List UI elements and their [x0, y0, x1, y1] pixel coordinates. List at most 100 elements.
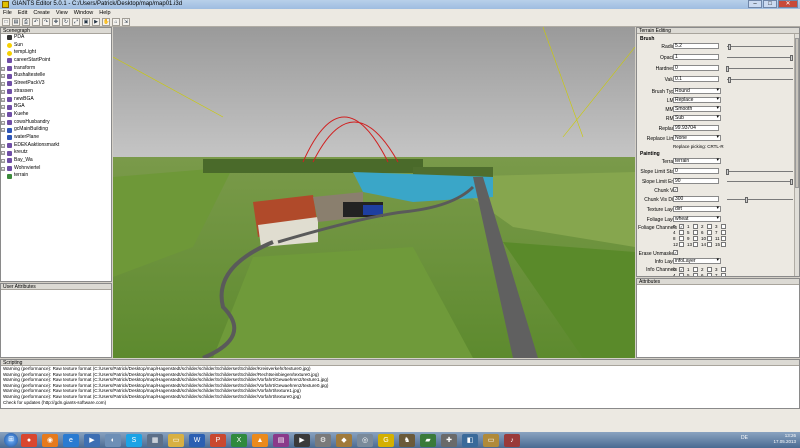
open-file-icon[interactable]: ▤ [12, 17, 20, 26]
channel-checkbox[interactable] [693, 224, 698, 229]
chunk-vis-dist-input[interactable]: 300 [673, 196, 719, 202]
music-icon[interactable]: ♪ [504, 433, 520, 447]
radius-slider-knob[interactable] [728, 44, 732, 50]
opacity-input[interactable]: 1 [673, 54, 719, 60]
brush-type-select[interactable]: Round [673, 88, 721, 94]
chunk-vis-checkbox[interactable]: ✓ [673, 187, 678, 192]
vlc-icon[interactable]: ▲ [252, 433, 268, 447]
menu-edit[interactable]: Edit [15, 9, 30, 17]
channel-checkbox[interactable] [679, 230, 684, 235]
expand-toggle-icon[interactable]: + [1, 89, 5, 94]
opacity-slider[interactable] [727, 55, 793, 61]
value-slider[interactable] [727, 77, 793, 83]
lmb-select[interactable]: Replace [673, 97, 721, 103]
expand-toggle-icon[interactable]: + [1, 97, 5, 102]
rotate-tool-icon[interactable]: ↻ [62, 17, 70, 26]
ts-icon[interactable]: ◐ [105, 433, 121, 447]
play-icon[interactable]: ▶ [92, 17, 100, 26]
scenegraph-item[interactable]: + kreutz [1, 149, 111, 157]
scenegraph-item[interactable]: + EDEKAaktionsmarkt [1, 142, 111, 150]
channel-checkbox[interactable] [707, 236, 712, 241]
terrain-select[interactable]: terrain [673, 158, 721, 164]
menu-help[interactable]: Help [96, 9, 113, 17]
channel-checkbox[interactable]: ✓ [679, 267, 684, 272]
channel-checkbox[interactable] [707, 267, 712, 272]
disc-icon[interactable]: ◎ [357, 433, 373, 447]
close-button[interactable]: ✕ [778, 0, 798, 8]
expand-toggle-icon[interactable]: + [1, 74, 5, 79]
excel-icon[interactable]: X [231, 433, 247, 447]
radius-input[interactable]: 5.2 [673, 43, 719, 49]
channel-checkbox[interactable] [693, 273, 698, 276]
app-icon[interactable]: ◧ [462, 433, 478, 447]
new-file-icon[interactable]: □ [2, 17, 10, 26]
hand-tool-icon[interactable]: ✋ [102, 17, 110, 26]
hardness-slider-knob[interactable] [726, 66, 730, 72]
channel-checkbox[interactable] [721, 273, 726, 276]
ie-icon[interactable]: e [63, 433, 79, 447]
scenegraph-item[interactable]: + StreetPackV3 [1, 80, 111, 88]
menu-window[interactable]: Window [71, 9, 97, 17]
undo-icon[interactable]: ↶ [32, 17, 40, 26]
menu-file[interactable]: File [0, 9, 15, 17]
menu-view[interactable]: View [53, 9, 71, 17]
expand-toggle-icon[interactable]: + [1, 105, 5, 110]
focus-icon[interactable]: ⇲ [122, 17, 130, 26]
slope-end-input[interactable]: 90 [673, 178, 719, 184]
slope-start-slider[interactable] [726, 169, 793, 175]
foliage-layer-select[interactable]: wheat [673, 216, 721, 222]
scenegraph-item[interactable]: waterPlane [1, 134, 111, 142]
scenegraph-item[interactable]: + Bay_Wa [1, 157, 111, 165]
scenegraph-item[interactable]: + cowsHusbandry [1, 119, 111, 127]
scenegraph-item[interactable]: terrain [1, 172, 111, 180]
value-input[interactable]: 0.1 [673, 76, 719, 82]
calculator-icon[interactable]: ▦ [147, 433, 163, 447]
opacity-slider-knob[interactable] [789, 55, 793, 61]
winrar-icon[interactable]: ▤ [273, 433, 289, 447]
scenegraph-item[interactable]: + Kuehe [1, 111, 111, 119]
slope-start-input[interactable]: 0 [673, 168, 719, 174]
channel-checkbox[interactable] [707, 242, 712, 247]
channel-checkbox[interactable] [679, 273, 684, 276]
scenegraph-item[interactable]: + strassen [1, 88, 111, 96]
slope-end-slider-knob[interactable] [789, 179, 793, 185]
expand-toggle-icon[interactable]: + [1, 66, 5, 71]
window-titlebar[interactable]: GIANTS Editor 5.0.1 - C:/Users/Patrick/D… [0, 0, 800, 9]
home-view-icon[interactable]: ⌂ [112, 17, 120, 26]
channel-checkbox[interactable] [693, 242, 698, 247]
scenegraph-item[interactable]: + BGA [1, 103, 111, 111]
slope-end-slider[interactable] [727, 179, 793, 185]
expand-toggle-icon[interactable]: + [1, 112, 5, 117]
explorer-icon[interactable]: ▭ [483, 433, 499, 447]
scenegraph-item[interactable]: + Bushaltestelle [1, 72, 111, 80]
scenegraph-item[interactable]: + gcMainBuilding [1, 126, 111, 134]
hardness-input[interactable]: 0 [673, 65, 719, 71]
channel-checkbox[interactable]: ✓ [679, 224, 684, 229]
channel-checkbox[interactable] [707, 273, 712, 276]
chrome-icon[interactable]: ● [21, 433, 37, 447]
powerpoint-icon[interactable]: P [210, 433, 226, 447]
start-button[interactable]: ⊞ [4, 433, 18, 447]
gear-icon[interactable]: ⚙ [315, 433, 331, 447]
minimize-button[interactable]: – [748, 0, 762, 8]
radius-slider[interactable] [727, 44, 793, 50]
scenegraph-item[interactable]: Sun [1, 42, 111, 50]
chunk-vis-dist-slider-knob[interactable] [744, 197, 748, 203]
channel-checkbox[interactable] [721, 242, 726, 247]
expand-toggle-icon[interactable]: + [1, 159, 5, 163]
scenegraph-item[interactable]: + transform [1, 65, 111, 73]
mmb-select[interactable]: Smooth [673, 106, 721, 112]
slope-start-slider-knob[interactable] [726, 169, 730, 175]
chunk-vis-dist-slider[interactable] [727, 197, 793, 203]
move-tool-icon[interactable]: ✥ [52, 17, 60, 26]
texture-layer-select[interactable]: dirt [673, 206, 721, 212]
game-icon[interactable]: ♞ [399, 433, 415, 447]
expand-toggle-icon[interactable]: + [1, 151, 5, 156]
giants-icon[interactable]: G [378, 433, 394, 447]
misc-icon[interactable]: ◆ [336, 433, 352, 447]
expand-toggle-icon[interactable]: + [1, 82, 5, 87]
skype-icon[interactable]: S [126, 433, 142, 447]
channel-checkbox[interactable] [707, 230, 712, 235]
replace-input[interactable]: 99.93704 [673, 125, 719, 131]
scenegraph-item[interactable]: + newBGA [1, 96, 111, 104]
